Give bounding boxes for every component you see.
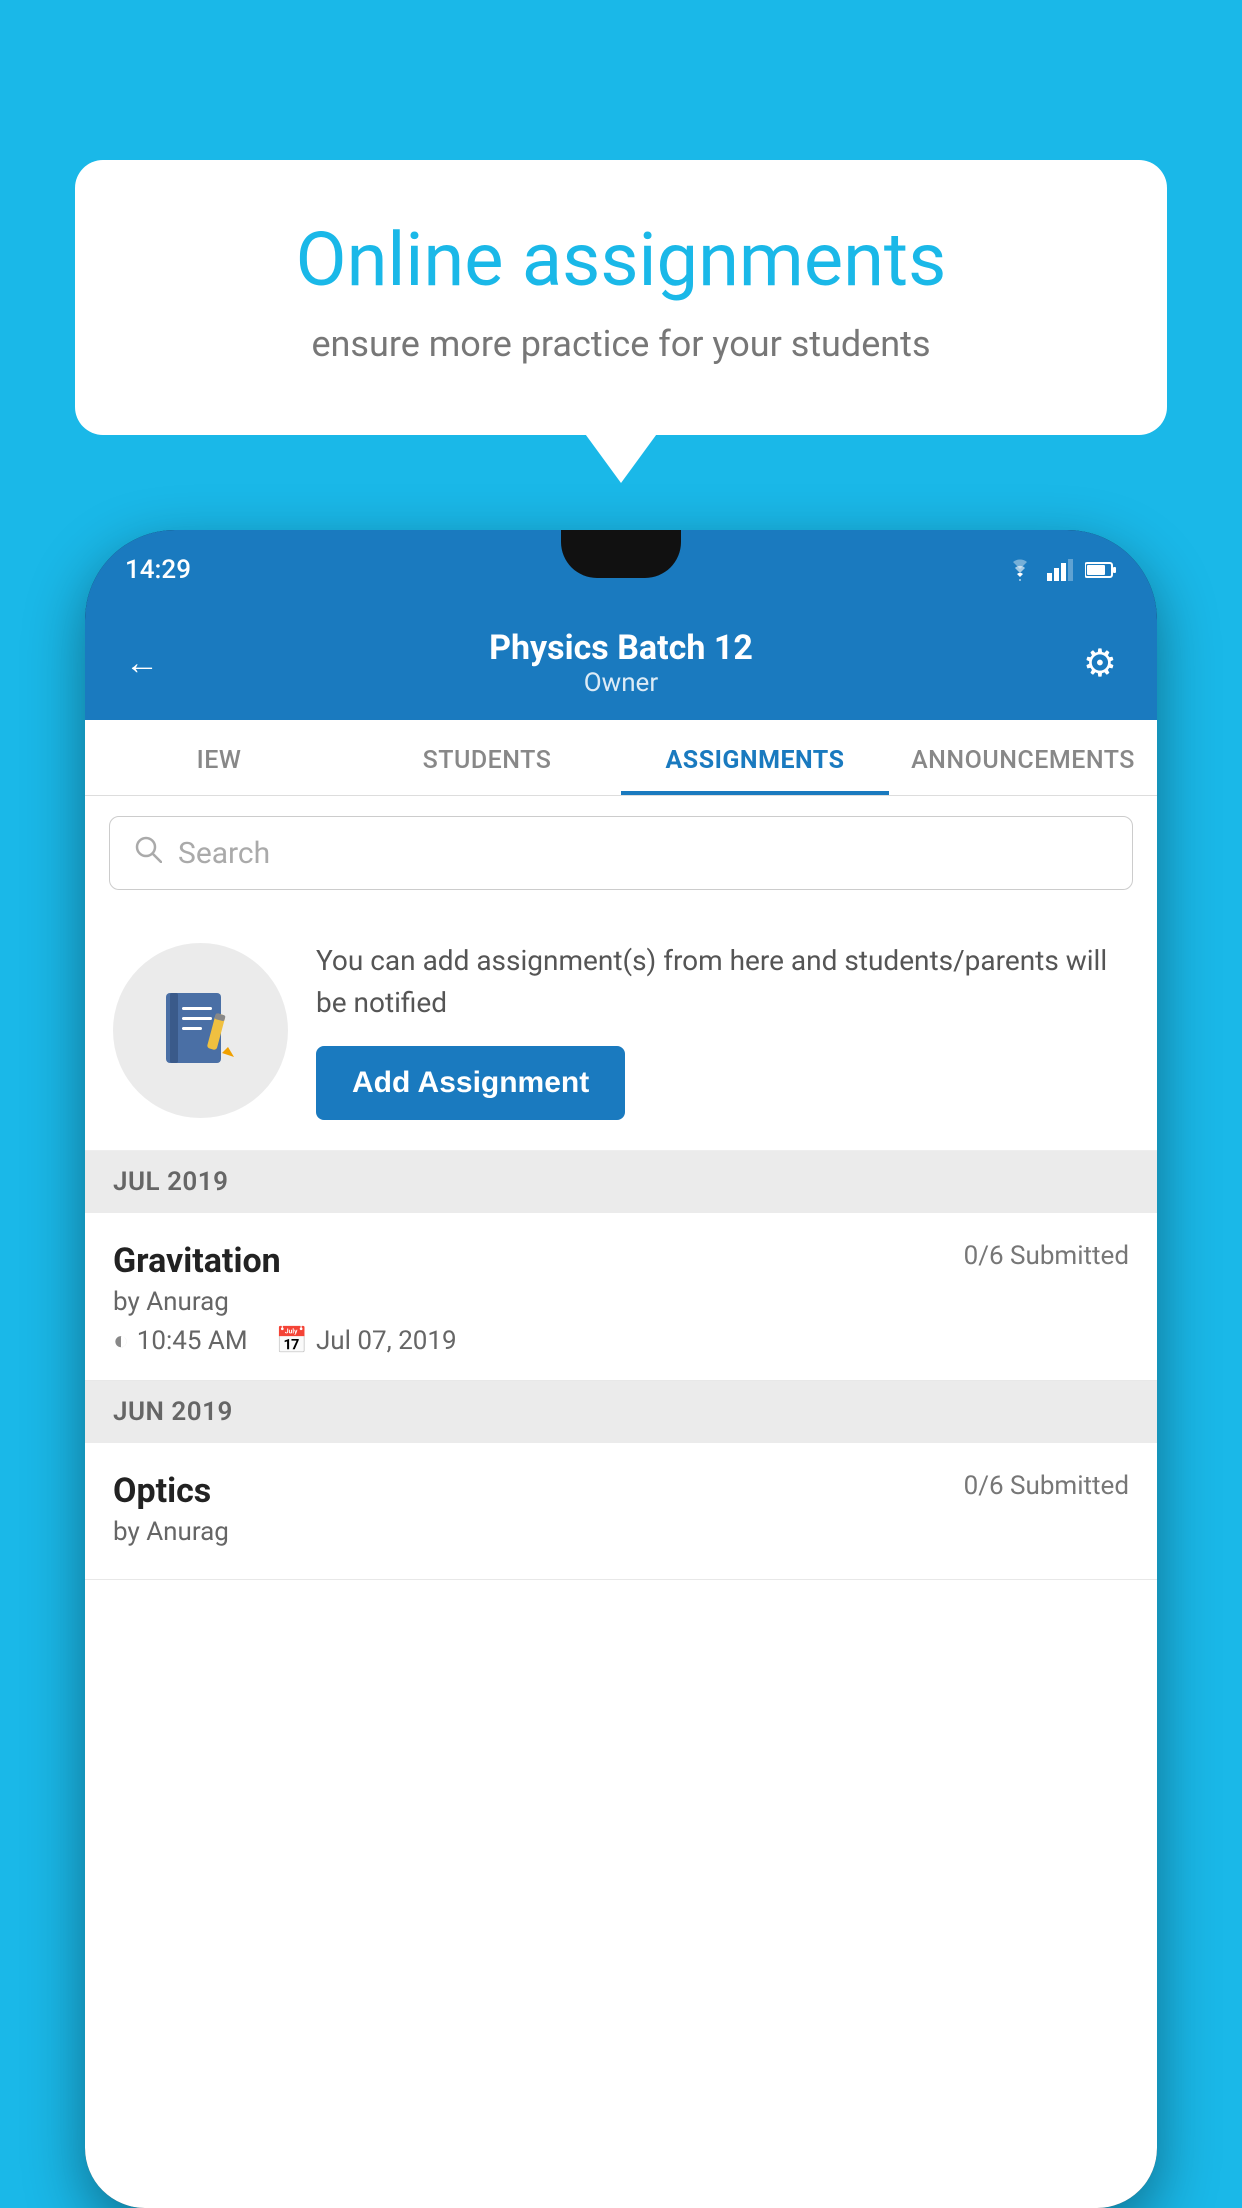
section-jul-2019: JUL 2019 <box>85 1151 1157 1213</box>
tabs-bar: IEW STUDENTS ASSIGNMENTS ANNOUNCEMENTS <box>85 720 1157 796</box>
status-time: 14:29 <box>125 555 191 585</box>
battery-icon <box>1085 561 1117 579</box>
search-input-wrap[interactable]: Search <box>109 816 1133 890</box>
app-header: ← Physics Batch 12 Owner ⚙ <box>85 610 1157 720</box>
promo-right: You can add assignment(s) from here and … <box>316 940 1129 1120</box>
meta-date-gravitation: 📅 Jul 07, 2019 <box>276 1326 457 1356</box>
meta-time-gravitation: ◐ 10:45 AM <box>113 1325 248 1356</box>
header-subtitle: Owner <box>489 668 753 698</box>
add-assignment-button[interactable]: Add Assignment <box>316 1046 625 1120</box>
assignment-item-gravitation[interactable]: Gravitation 0/6 Submitted by Anurag ◐ 10… <box>85 1213 1157 1381</box>
clock-icon: ◐ <box>113 1325 129 1356</box>
assignment-submitted-optics: 0/6 Submitted <box>964 1471 1129 1501</box>
calendar-icon: 📅 <box>276 1326 308 1356</box>
search-placeholder: Search <box>178 836 270 871</box>
phone-frame: 14:29 ← <box>85 530 1157 2208</box>
promo-text: You can add assignment(s) from here and … <box>316 940 1129 1024</box>
gear-icon[interactable]: ⚙ <box>1083 641 1117 686</box>
assignment-by-optics: by Anurag <box>113 1517 1129 1547</box>
assignment-time-gravitation: 10:45 AM <box>137 1326 248 1356</box>
header-title: Physics Batch 12 <box>489 628 753 668</box>
notebook-icon <box>156 985 246 1075</box>
status-bar: 14:29 <box>85 530 1157 610</box>
status-icons <box>1005 559 1117 581</box>
bubble-subtitle: ensure more practice for your students <box>145 323 1097 365</box>
speech-bubble: Online assignments ensure more practice … <box>75 160 1167 435</box>
search-bar: Search <box>85 796 1157 910</box>
assignment-date-gravitation: Jul 07, 2019 <box>316 1326 457 1356</box>
assignment-name-gravitation: Gravitation <box>113 1241 281 1281</box>
tab-students[interactable]: STUDENTS <box>353 720 621 795</box>
screen-content: Search You can add ass <box>85 796 1157 2208</box>
add-assignment-promo: You can add assignment(s) from here and … <box>85 910 1157 1151</box>
assignment-name-optics: Optics <box>113 1471 211 1511</box>
bubble-title: Online assignments <box>145 220 1097 301</box>
assignment-meta-gravitation: ◐ 10:45 AM 📅 Jul 07, 2019 <box>113 1325 1129 1356</box>
tab-announcements[interactable]: ANNOUNCEMENTS <box>889 720 1157 795</box>
signal-icon <box>1047 559 1073 581</box>
back-button[interactable]: ← <box>125 643 159 683</box>
tab-iew[interactable]: IEW <box>85 720 353 795</box>
promo-icon-circle <box>113 943 288 1118</box>
assignment-by-gravitation: by Anurag <box>113 1287 1129 1317</box>
notch-cutout <box>561 530 681 578</box>
wifi-icon <box>1005 559 1035 581</box>
assignment-item-optics[interactable]: Optics 0/6 Submitted by Anurag <box>85 1443 1157 1580</box>
tab-assignments[interactable]: ASSIGNMENTS <box>621 720 889 795</box>
header-center: Physics Batch 12 Owner <box>489 628 753 698</box>
assignment-submitted-gravitation: 0/6 Submitted <box>964 1241 1129 1271</box>
search-icon <box>134 835 162 871</box>
section-jun-2019: JUN 2019 <box>85 1381 1157 1443</box>
